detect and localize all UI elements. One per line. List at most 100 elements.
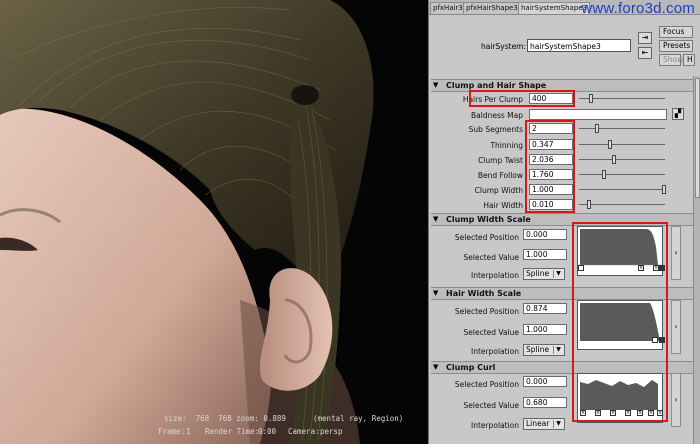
thinning-slider-handle[interactable]: [608, 140, 612, 149]
section-title: Clump and Hair Shape: [446, 81, 547, 90]
ramp-point-marker[interactable]: ×: [595, 410, 601, 416]
copy-tab-icon[interactable]: ⇤: [638, 47, 652, 59]
caret-down-icon: ▼: [553, 346, 563, 354]
hairs-per-clump-field[interactable]: 400: [529, 93, 573, 104]
cc-selected-position-label: Selected Position: [454, 380, 519, 389]
hairsystem-label: hairSystem:: [481, 42, 527, 51]
ramp-point-marker[interactable]: ×: [610, 410, 616, 416]
cc-interpolation-select[interactable]: Linear ▼: [523, 418, 565, 430]
thinning-slider[interactable]: [579, 144, 665, 145]
ramp-point-marker-selected[interactable]: [659, 337, 665, 343]
collapse-arrow-icon[interactable]: ▼: [433, 288, 443, 299]
render-time-label: Render Time:: [205, 427, 260, 436]
clump-twist-label: Clump Twist: [478, 156, 523, 165]
hair-width-scale-ramp-graph[interactable]: [577, 300, 663, 350]
scrollbar-thumb[interactable]: [695, 78, 700, 198]
collapse-arrow-icon[interactable]: ▼: [433, 362, 443, 373]
focus-button[interactable]: Focus: [659, 26, 693, 38]
ramp-point-marker[interactable]: ×: [625, 410, 631, 416]
hairs-per-clump-slider-handle[interactable]: [589, 94, 593, 103]
cc-selected-position-field[interactable]: 0.000: [523, 376, 567, 387]
hws-selected-position-label: Selected Position: [454, 307, 519, 316]
ramp-point-marker-selected[interactable]: [659, 265, 665, 271]
clump-twist-slider-handle[interactable]: [612, 155, 616, 164]
cc-selected-value-field[interactable]: 0.680: [523, 397, 567, 408]
hws-interpolation-label: Interpolation: [471, 347, 519, 356]
attribute-editor-scrollbar[interactable]: [693, 76, 700, 444]
clump-width-field[interactable]: 1.000: [529, 184, 573, 195]
ramp-point-marker[interactable]: ×: [637, 410, 643, 416]
bend-follow-field[interactable]: 1.760: [529, 169, 573, 180]
show-button[interactable]: Show: [659, 54, 683, 66]
attribute-editor: pfxHair3 pfxHairShape3 hairSystemShape3 …: [428, 0, 700, 444]
rendered-character-image: [0, 0, 374, 444]
collapse-arrow-icon[interactable]: ▼: [433, 214, 443, 225]
section-clump-width-scale[interactable]: ▼ Clump Width Scale: [431, 213, 693, 226]
hws-selected-position-field[interactable]: 0.874: [523, 303, 567, 314]
clump-width-scale-ramp-graph[interactable]: [577, 226, 663, 276]
sub-segments-slider[interactable]: [579, 128, 665, 129]
cws-interpolation-select[interactable]: Spline ▼: [523, 268, 565, 280]
caret-down-icon: ▼: [553, 270, 563, 278]
clump-width-label: Clump Width: [474, 186, 523, 195]
clump-width-slider-handle[interactable]: [662, 185, 666, 194]
hws-selected-value-field[interactable]: 1.000: [523, 324, 567, 335]
cws-interpolation-label: Interpolation: [471, 271, 519, 280]
section-title: Clump Width Scale: [446, 215, 531, 224]
section-title: Hair Width Scale: [446, 289, 522, 298]
bend-follow-slider-handle[interactable]: [602, 170, 606, 179]
cws-selected-position-label: Selected Position: [454, 233, 519, 242]
expand-arrow-icon[interactable]: ›: [671, 300, 681, 354]
hair-width-slider-handle[interactable]: [587, 200, 591, 209]
cws-interpolation-value: Spline: [526, 269, 550, 278]
hair-width-label: Hair Width: [483, 201, 523, 210]
ramp-point-marker[interactable]: [652, 337, 658, 343]
caret-down-icon: ▼: [553, 420, 563, 428]
baldness-map-label: Baldness Map: [471, 111, 523, 120]
baldness-map-field[interactable]: [529, 109, 667, 120]
tab-pfxhairshape3[interactable]: pfxHairShape3: [463, 2, 521, 14]
hws-interpolation-value: Spline: [526, 345, 550, 354]
tab-hairsystemshape3[interactable]: hairSystemShape3: [518, 2, 591, 14]
hairs-per-clump-label: Hairs Per Clump: [462, 95, 523, 104]
cws-selected-position-field[interactable]: 0.000: [523, 229, 567, 240]
ramp-point-marker[interactable]: ×: [657, 410, 663, 416]
expand-arrow-icon[interactable]: ›: [671, 373, 681, 427]
clump-width-slider[interactable]: [579, 189, 665, 190]
clump-twist-field[interactable]: 2.036: [529, 154, 573, 165]
sub-segments-label: Sub Segments: [468, 125, 523, 134]
cws-selected-value-label: Selected Value: [463, 253, 520, 262]
presets-button[interactable]: Presets: [659, 40, 693, 52]
hws-interpolation-select[interactable]: Spline ▼: [523, 344, 565, 356]
bend-follow-label: Bend Follow: [477, 171, 523, 180]
section-clump-and-hair-shape[interactable]: ▼ Clump and Hair Shape: [431, 79, 693, 92]
render-viewport: size: 768 768 zoom: 0.889 (mental ray, R…: [0, 0, 428, 444]
ramp-point-marker[interactable]: [578, 265, 584, 271]
ramp-point-marker[interactable]: ×: [648, 410, 654, 416]
cc-interpolation-value: Linear: [526, 419, 550, 428]
ramp-point-marker[interactable]: ×: [638, 265, 644, 271]
tab-pfxhair3[interactable]: pfxHair3: [430, 2, 466, 14]
clump-twist-slider[interactable]: [579, 159, 665, 160]
section-hair-width-scale[interactable]: ▼ Hair Width Scale: [431, 287, 693, 300]
hide-button[interactable]: H: [683, 54, 695, 66]
texture-map-icon[interactable]: ▞: [672, 108, 684, 120]
hws-selected-value-label: Selected Value: [463, 328, 520, 337]
expand-arrow-icon[interactable]: ›: [671, 226, 681, 280]
hair-width-slider[interactable]: [579, 204, 665, 205]
ramp-point-marker-selected[interactable]: ×: [580, 410, 586, 416]
collapse-arrow-icon[interactable]: ▼: [433, 80, 443, 91]
render-camera-value: persp: [320, 427, 343, 436]
load-attributes-icon[interactable]: ⇥: [638, 32, 652, 44]
cc-selected-value-label: Selected Value: [463, 401, 520, 410]
sub-segments-field[interactable]: 2: [529, 123, 573, 134]
hairsystem-name-field[interactable]: hairSystemShape3: [527, 39, 631, 52]
render-size-info: size: 768 768 zoom: 0.889 (mental ray, R…: [164, 414, 404, 423]
render-time-value: 0:00: [258, 427, 277, 436]
thinning-label: Thinning: [490, 141, 523, 150]
bend-follow-slider[interactable]: [579, 174, 665, 175]
thinning-field[interactable]: 0.347: [529, 139, 573, 150]
cws-selected-value-field[interactable]: 1.000: [523, 249, 567, 260]
hair-width-field[interactable]: 0.010: [529, 199, 573, 210]
sub-segments-slider-handle[interactable]: [595, 124, 599, 133]
